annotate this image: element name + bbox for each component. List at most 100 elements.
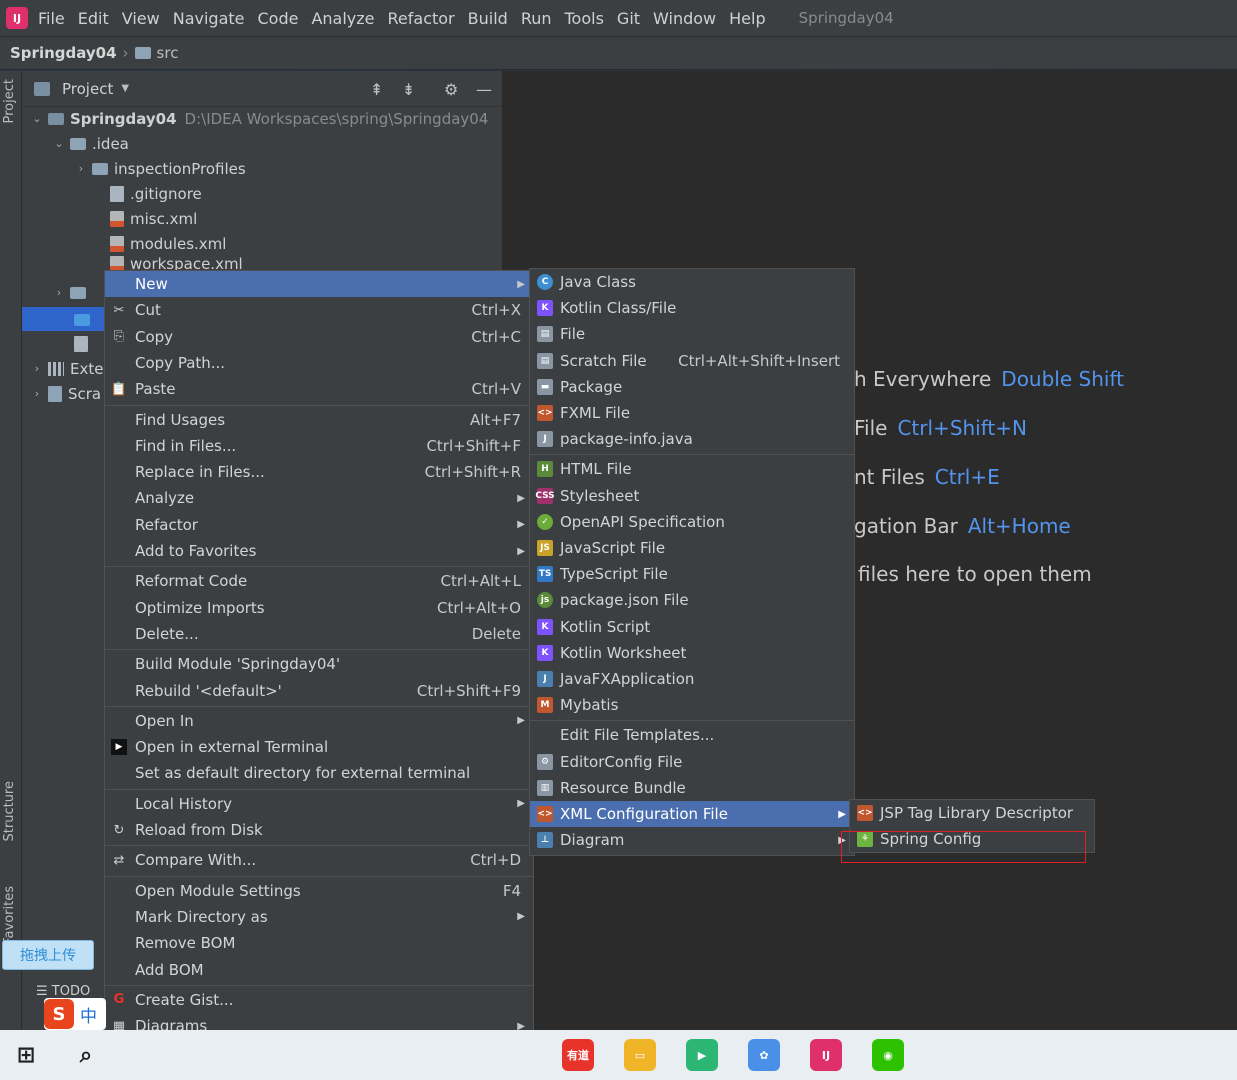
chevron-down-icon[interactable]: ▼ [121, 83, 129, 94]
tab-favorites[interactable]: Favorites [2, 886, 17, 945]
menu-tools[interactable]: Tools [565, 9, 604, 28]
context-menu-item[interactable]: Local History ▶ [105, 791, 533, 817]
context-menu-item[interactable]: Reformat Code Ctrl+Alt+L [105, 568, 533, 594]
new-menu-item[interactable]: ▤ File [530, 321, 854, 347]
context-menu-item[interactable]: Open Module Settings F4 [105, 878, 533, 904]
tab-project[interactable]: Project [2, 79, 17, 123]
project-view-title[interactable]: Project [62, 80, 113, 98]
tree-item-inspection-profiles[interactable]: › inspectionProfiles [74, 156, 246, 181]
tab-todo[interactable]: ☰ TODO [36, 984, 90, 999]
intellij-logo-icon[interactable]: IJ [6, 7, 28, 29]
context-menu-item[interactable]: Open In ▶ [105, 708, 533, 734]
new-menu-item[interactable]: ▬ Package [530, 374, 854, 400]
expand-all-icon[interactable]: ⇞ [370, 80, 383, 99]
context-menu-item[interactable]: ↻ Reload from Disk [105, 817, 533, 843]
baidu-netdisk-icon[interactable]: ✿ [748, 1039, 780, 1071]
tree-item-external-libraries[interactable]: › Exte [30, 356, 104, 381]
context-menu-item[interactable]: G Create Gist... [105, 987, 533, 1013]
new-menu-item[interactable]: Jpackage-info.java [530, 426, 854, 452]
context-menu-item[interactable]: Find in Files... Ctrl+Shift+F [105, 433, 533, 459]
tree-item-modules-xml[interactable]: modules.xml [92, 231, 226, 256]
context-menu-item[interactable]: Mark Directory as ▶ [105, 904, 533, 930]
new-menu-item[interactable]: K Kotlin Class/File [530, 295, 854, 321]
ime-indicator[interactable]: S 中 [44, 998, 106, 1030]
tree-item-file[interactable] [74, 331, 94, 356]
menu-build[interactable]: Build [468, 9, 508, 28]
menu-file[interactable]: File [38, 9, 65, 28]
context-menu-item[interactable]: Add BOM [105, 957, 533, 983]
breadcrumb-folder[interactable]: src [157, 44, 179, 62]
menu-code[interactable]: Code [258, 9, 299, 28]
chevron-right-icon[interactable]: › [74, 162, 88, 175]
new-menu-item[interactable]: js package.json File [530, 587, 854, 613]
upload-button[interactable]: 拖拽上传 [2, 940, 94, 970]
context-menu-item[interactable]: ⇄ Compare With... Ctrl+D [105, 847, 533, 873]
menu-navigate[interactable]: Navigate [173, 9, 245, 28]
menu-git[interactable]: Git [617, 9, 640, 28]
tab-structure[interactable]: Structure [2, 781, 17, 841]
new-menu-item[interactable]: H HTML File [530, 456, 854, 482]
windows-start-icon[interactable]: ⊞ [10, 1039, 42, 1071]
tree-item-idea[interactable]: ⌄ .idea [52, 131, 129, 156]
context-menu-item[interactable]: Rebuild '<default>' Ctrl+Shift+F9 [105, 678, 533, 704]
tree-item-misc-xml[interactable]: misc.xml [92, 206, 197, 231]
new-menu-item[interactable]: K Kotlin Script [530, 614, 854, 640]
context-menu-item[interactable]: ▶ Open in external Terminal [105, 734, 533, 760]
context-menu-item[interactable]: Remove BOM [105, 930, 533, 956]
tree-item-gitignore[interactable]: .gitignore [92, 181, 202, 206]
tree-item-src[interactable] [74, 307, 96, 332]
context-menu-item[interactable]: Optimize Imports Ctrl+Alt+O [105, 595, 533, 621]
tree-item-collapsed-folder[interactable]: › [52, 280, 92, 305]
intellij-taskbar-icon[interactable]: IJ [810, 1039, 842, 1071]
context-menu-item[interactable]: Copy Path... [105, 350, 533, 376]
menu-window[interactable]: Window [653, 9, 716, 28]
hide-icon[interactable]: — [476, 80, 492, 99]
new-menu-item[interactable]: <> XML Configuration File ▶ [530, 801, 854, 827]
new-menu-item[interactable]: ▤ Scratch File Ctrl+Alt+Shift+Insert [530, 348, 854, 374]
collapse-all-icon[interactable]: ⇟ [402, 80, 415, 99]
new-menu-item[interactable]: JS JavaScript File [530, 535, 854, 561]
new-menu-item[interactable]: TS TypeScript File [530, 561, 854, 587]
menu-run[interactable]: Run [521, 9, 552, 28]
context-menu-item[interactable]: ✂ Cut Ctrl+X [105, 297, 533, 323]
file-explorer-icon[interactable]: ▭ [624, 1039, 656, 1071]
new-menu-item[interactable]: ⊥ Diagram ▶ [530, 827, 854, 853]
youdao-icon[interactable]: 有道 [562, 1039, 594, 1071]
media-player-icon[interactable]: ▶ [686, 1039, 718, 1071]
tree-item-scratches[interactable]: › Scra [30, 381, 101, 406]
new-menu-item[interactable]: ▥ Resource Bundle [530, 775, 854, 801]
context-menu-item[interactable]: Set as default directory for external te… [105, 760, 533, 786]
new-menu-item[interactable]: M Mybatis [530, 692, 854, 718]
new-menu-item[interactable]: <> FXML File [530, 400, 854, 426]
new-menu-item[interactable]: C Java Class [530, 269, 854, 295]
chevron-right-icon[interactable]: › [30, 387, 44, 400]
context-menu-item[interactable]: ⎘ Copy Ctrl+C [105, 324, 533, 350]
wechat-icon[interactable]: ◉ [872, 1039, 904, 1071]
context-menu-item[interactable]: New ▶ [105, 271, 533, 297]
menu-item-jsp-tag-library[interactable]: <> JSP Tag Library Descriptor [850, 800, 1094, 826]
chevron-down-icon[interactable]: ⌄ [30, 112, 44, 125]
context-menu-item[interactable]: Add to Favorites ▶ [105, 538, 533, 564]
context-menu-item[interactable]: Find Usages Alt+F7 [105, 407, 533, 433]
menu-analyze[interactable]: Analyze [311, 9, 374, 28]
chevron-right-icon[interactable]: › [52, 286, 66, 299]
new-menu-item[interactable]: Edit File Templates... [530, 722, 854, 748]
tree-root[interactable]: ⌄ Springday04 D:\IDEA Workspaces\spring\… [30, 106, 488, 131]
gear-icon[interactable]: ⚙ [444, 80, 458, 99]
chevron-down-icon[interactable]: ⌄ [52, 137, 66, 150]
search-icon[interactable]: ⌕ [70, 1039, 102, 1071]
context-menu-item[interactable]: Refactor ▶ [105, 512, 533, 538]
menu-help[interactable]: Help [729, 9, 765, 28]
new-menu-item[interactable]: CSS Stylesheet [530, 483, 854, 509]
context-menu-item[interactable]: Analyze ▶ [105, 485, 533, 511]
breadcrumb-project[interactable]: Springday04 [10, 44, 117, 62]
context-menu-item[interactable]: 📋 Paste Ctrl+V [105, 376, 533, 402]
menu-view[interactable]: View [122, 9, 160, 28]
new-menu-item[interactable]: K Kotlin Worksheet [530, 640, 854, 666]
menu-refactor[interactable]: Refactor [388, 9, 455, 28]
new-menu-item[interactable]: ⚙ EditorConfig File [530, 749, 854, 775]
new-menu-item[interactable]: J JavaFXApplication [530, 666, 854, 692]
chevron-right-icon[interactable]: › [30, 362, 44, 375]
new-menu-item[interactable]: ✓ OpenAPI Specification [530, 509, 854, 535]
menu-edit[interactable]: Edit [78, 9, 109, 28]
